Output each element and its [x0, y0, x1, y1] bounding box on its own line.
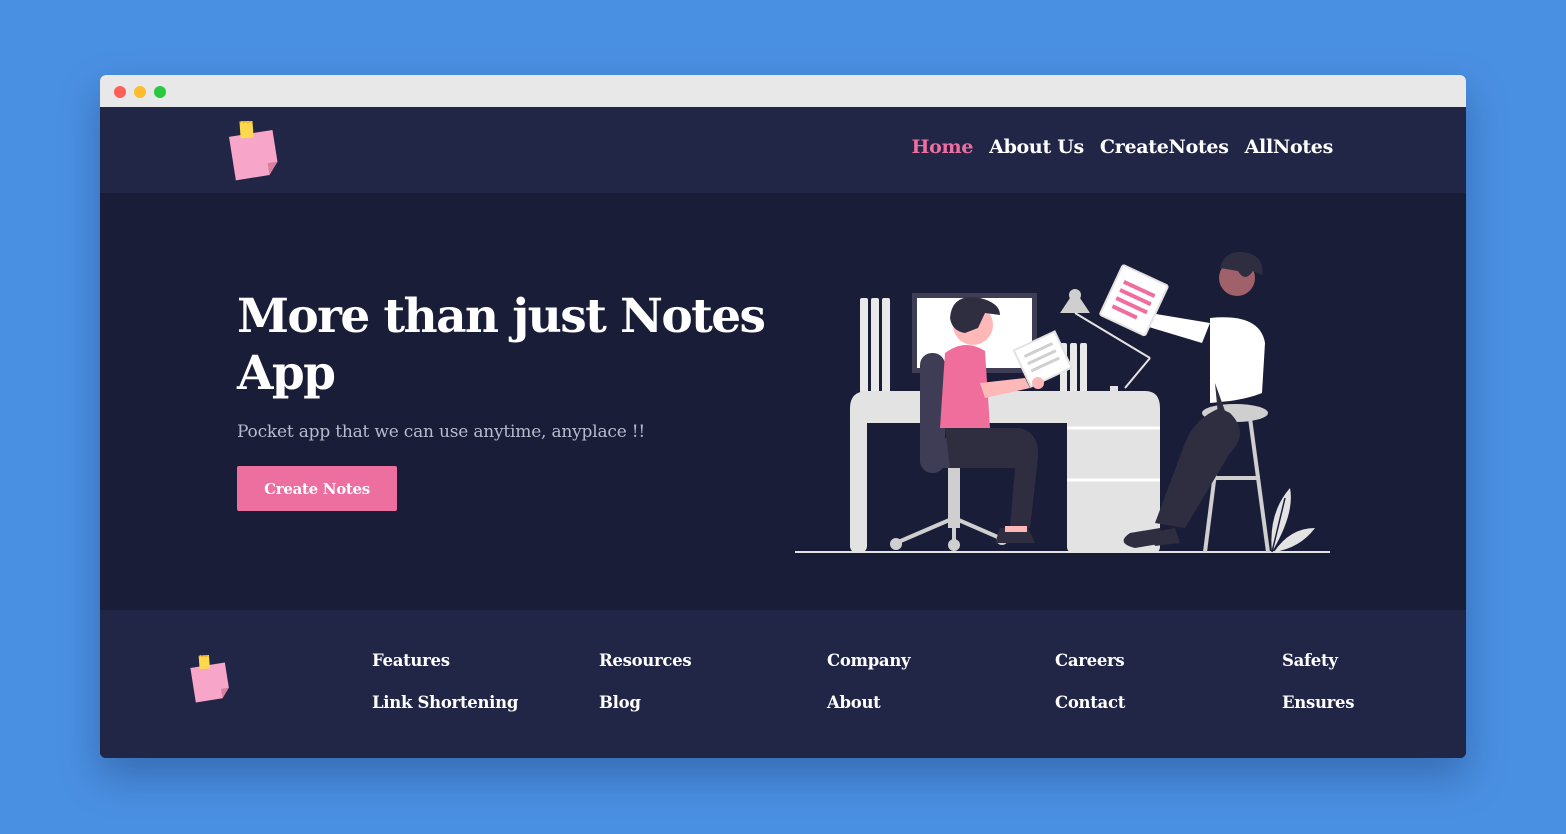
footer-link-blog[interactable]: Blog [599, 692, 691, 734]
sticky-note-icon[interactable] [188, 654, 234, 710]
sticky-note-icon[interactable] [226, 120, 284, 187]
footer-column-resources: Resources Blog [599, 650, 692, 734]
hero-section: More than just Notes App Pocket app that… [100, 193, 1466, 610]
nav-link-home[interactable]: Home [912, 136, 974, 158]
footer-link-ensures[interactable]: Ensures [1282, 692, 1355, 734]
nav-link-all-notes[interactable]: AllNotes [1245, 136, 1334, 158]
footer: Features Link Shortening Resources Blog … [100, 610, 1466, 758]
footer-link-link-shortening[interactable]: Link Shortening [372, 692, 518, 734]
navbar: Home About Us CreateNotes AllNotes [100, 107, 1466, 193]
create-notes-button[interactable]: Create Notes [237, 466, 397, 511]
footer-link-contact[interactable]: Contact [1055, 692, 1125, 734]
close-dot-icon[interactable] [114, 86, 126, 98]
footer-link-safety[interactable]: Safety [1282, 650, 1354, 692]
nav-link-about-us[interactable]: About Us [989, 136, 1084, 158]
nav-links: Home About Us CreateNotes AllNotes [912, 136, 1334, 158]
window-titlebar [100, 75, 1466, 107]
footer-column-company: Company About [827, 650, 911, 734]
minimize-dot-icon[interactable] [134, 86, 146, 98]
hero-title: More than just Notes App [237, 289, 766, 401]
footer-link-resources[interactable]: Resources [599, 650, 692, 692]
footer-column-careers: Careers Contact [1055, 650, 1125, 734]
nav-link-create-notes[interactable]: CreateNotes [1100, 136, 1229, 158]
footer-link-company[interactable]: Company [827, 650, 911, 692]
browser-window: Home About Us CreateNotes AllNotes More … [100, 75, 1466, 758]
office-workers-illustration [790, 243, 1340, 562]
footer-link-careers[interactable]: Careers [1055, 650, 1125, 692]
footer-link-features[interactable]: Features [372, 650, 518, 692]
footer-column-features: Features Link Shortening [372, 650, 518, 734]
maximize-dot-icon[interactable] [154, 86, 166, 98]
footer-column-safety: Safety Ensures [1282, 650, 1355, 734]
footer-link-about[interactable]: About [827, 692, 910, 734]
hero-subtitle: Pocket app that we can use anytime, anyp… [237, 422, 646, 442]
